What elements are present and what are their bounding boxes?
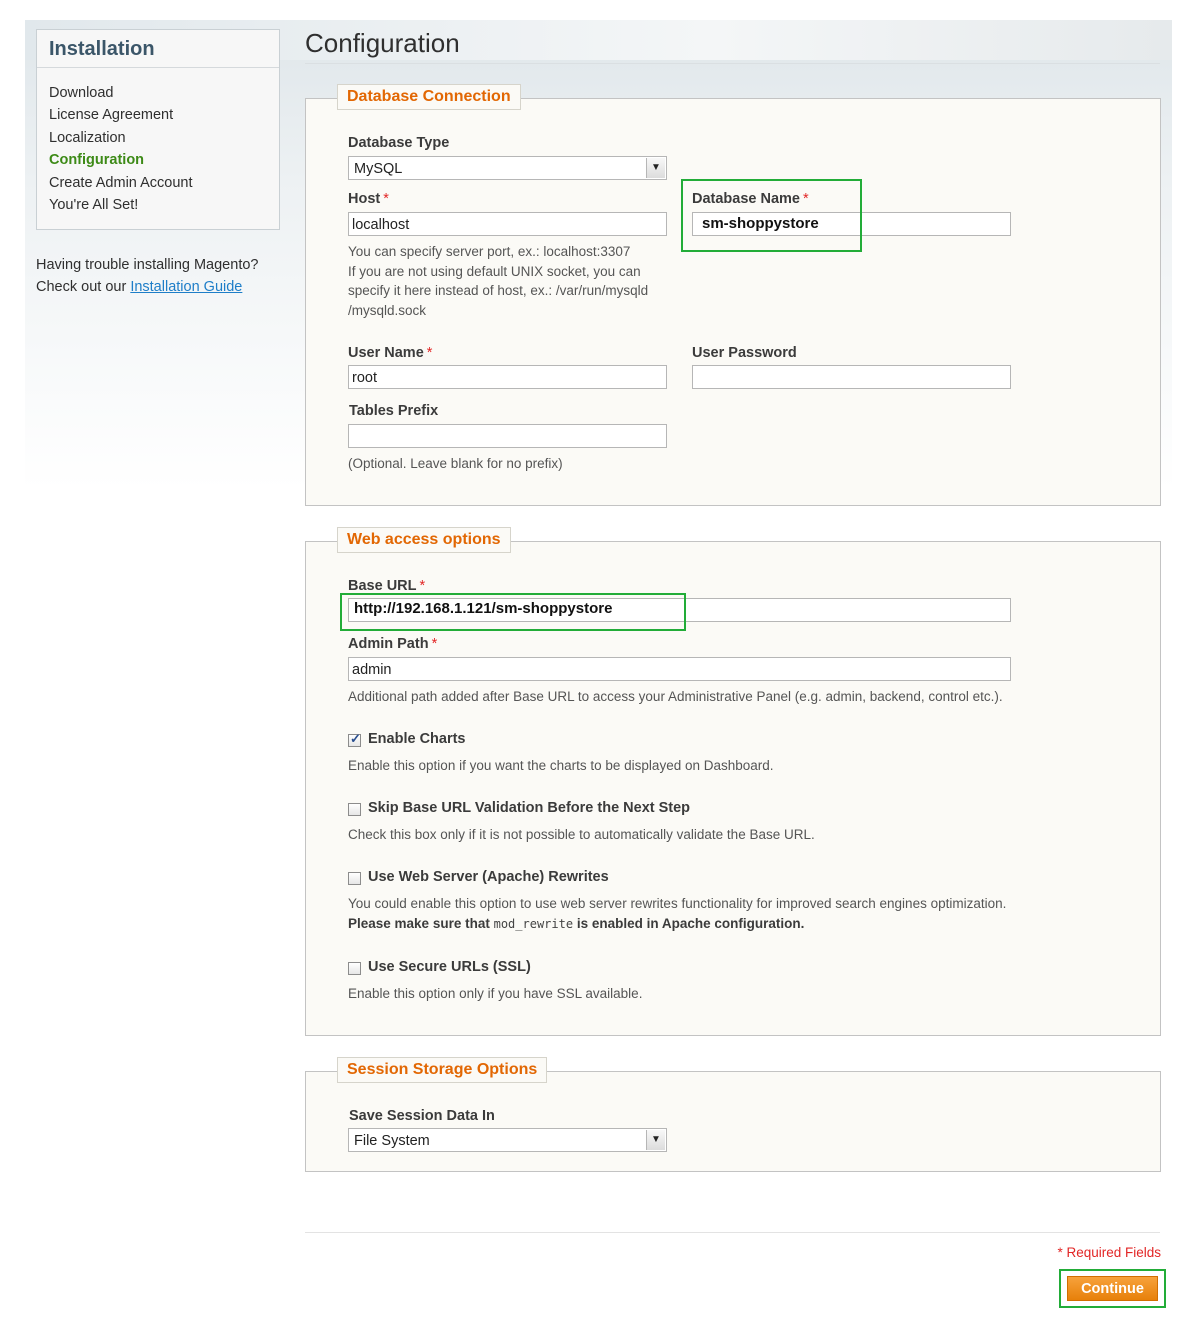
database-type-label: Database Type — [348, 135, 450, 151]
skip-validation-checkbox[interactable] — [348, 803, 361, 816]
installation-steps-panel: Installation Download License Agreement … — [36, 29, 280, 230]
session-storage-select[interactable]: File System ▼ — [348, 1128, 667, 1152]
database-connection-legend: Database Connection — [337, 84, 521, 110]
base-url-value: http://192.168.1.121/sm-shoppystore — [352, 600, 615, 617]
host-label: Host * — [348, 191, 389, 207]
step-license-agreement[interactable]: License Agreement — [49, 104, 192, 126]
page-title: Configuration — [305, 28, 460, 58]
skip-validation-label[interactable]: Skip Base URL Validation Before the Next… — [368, 800, 690, 816]
checkmark-icon: ✓ — [350, 731, 361, 746]
admin-path-note: Additional path added after Base URL to … — [348, 689, 1003, 704]
required-fields-note: * Required Fields — [1057, 1245, 1161, 1260]
step-all-set[interactable]: You're All Set! — [49, 194, 192, 216]
ssl-checkbox[interactable] — [348, 962, 361, 975]
enable-charts-label[interactable]: Enable Charts — [368, 731, 466, 747]
session-storage-value: File System — [354, 1133, 430, 1149]
database-type-select[interactable]: MySQL ▼ — [348, 156, 667, 180]
step-localization[interactable]: Localization — [49, 127, 192, 149]
tables-prefix-label: Tables Prefix — [349, 403, 439, 419]
help-prefix: Check out our — [36, 279, 131, 295]
step-download[interactable]: Download — [49, 82, 192, 104]
session-storage-legend: Session Storage Options — [337, 1057, 548, 1083]
sidebar-title: Installation — [49, 38, 155, 60]
rewrites-warning: Please make sure that mod_rewrite is ena… — [348, 916, 805, 931]
user-name-label: User Name * — [348, 345, 433, 361]
user-password-input[interactable] — [692, 365, 1011, 389]
admin-path-label: Admin Path * — [348, 636, 438, 652]
continue-button[interactable]: Continue — [1067, 1276, 1158, 1301]
user-password-label: User Password — [692, 345, 797, 361]
skip-validation-note: Check this box only if it is not possibl… — [348, 827, 815, 842]
base-url-label: Base URL * — [348, 578, 426, 594]
chevron-down-icon: ▼ — [646, 1130, 665, 1150]
divider — [37, 67, 279, 68]
ssl-label[interactable]: Use Secure URLs (SSL) — [368, 959, 531, 975]
host-note: You can specify server port, ex.: localh… — [348, 244, 649, 318]
web-access-legend: Web access options — [337, 527, 511, 553]
rewrites-label[interactable]: Use Web Server (Apache) Rewrites — [368, 869, 609, 885]
session-storage-section: Session Storage Options Save Session Dat… — [305, 1057, 1161, 1172]
rewrites-note: You could enable this option to use web … — [348, 896, 1007, 911]
host-input[interactable]: localhost — [348, 212, 667, 236]
database-connection-section: Database Connection Database Type MySQL … — [305, 84, 1161, 506]
installation-guide-link[interactable]: Installation Guide — [130, 279, 242, 295]
help-text: Having trouble installing Magento? Check… — [36, 254, 286, 298]
session-storage-label: Save Session Data In — [349, 1108, 495, 1124]
enable-charts-note: Enable this option if you want the chart… — [348, 758, 774, 773]
step-configuration[interactable]: Configuration — [49, 149, 192, 171]
rewrites-checkbox[interactable] — [348, 872, 361, 885]
tables-prefix-note: (Optional. Leave blank for no prefix) — [348, 456, 563, 471]
database-name-value: sm-shoppystore — [700, 215, 821, 232]
tables-prefix-input[interactable] — [348, 424, 667, 448]
chevron-down-icon: ▼ — [646, 158, 665, 178]
title-divider — [305, 63, 1160, 64]
ssl-note: Enable this option only if you have SSL … — [348, 986, 643, 1001]
footer-divider — [305, 1232, 1160, 1233]
help-line: Having trouble installing Magento? — [36, 257, 259, 273]
admin-path-input[interactable]: admin — [348, 657, 1011, 681]
enable-charts-checkbox[interactable]: ✓ — [348, 731, 361, 747]
steps-list: Download License Agreement Localization … — [49, 82, 192, 216]
step-create-admin-account[interactable]: Create Admin Account — [49, 172, 192, 194]
database-type-value: MySQL — [354, 161, 403, 177]
user-name-input[interactable]: root — [348, 365, 667, 389]
